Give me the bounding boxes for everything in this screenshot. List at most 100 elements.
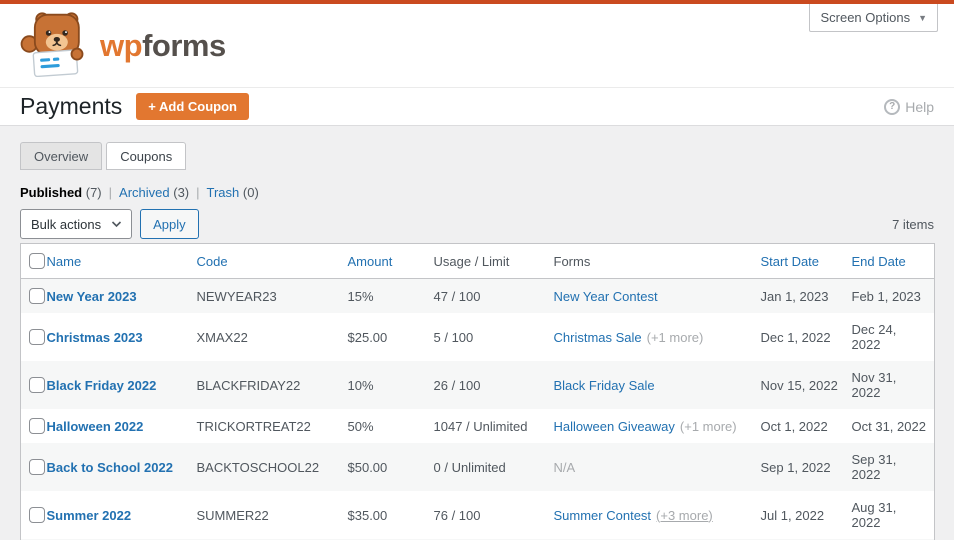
coupon-name-link[interactable]: Christmas 2023 [47,330,143,345]
coupon-name-link[interactable]: Summer 2022 [47,508,132,523]
filter-separator: | [196,185,200,200]
form-link[interactable]: Halloween Giveaway [554,419,675,434]
coupon-end-date-cell: Aug 31, 2022 [851,500,897,530]
checkbox-cell [20,243,47,279]
coupon-code-cell: BLACKFRIDAY22 [196,377,301,393]
form-extra-count: (+1 more) [679,418,737,434]
coupon-name-cell: Summer 2022 [47,491,197,539]
help-icon: ? [884,98,901,115]
checkbox-cell [21,361,47,409]
column-header-forms: Forms [553,243,761,279]
coupon-forms-cell: Black Friday Sale [554,361,761,409]
row-checkbox[interactable] [29,288,45,304]
row-checkbox[interactable] [29,377,45,393]
row-checkbox[interactable] [29,418,45,434]
form-extra-count[interactable]: (+3 more) [656,508,713,523]
page-title-bar: Payments + Add Coupon ? Help [0,88,954,126]
coupon-code-cell: XMAX22 [196,329,248,345]
coupon-start-date-cell: Jan 1, 2023 [760,288,829,304]
row-checkbox[interactable] [29,507,45,523]
coupon-usage-cell: 5 / 100 [433,329,474,345]
sort-link-code[interactable]: Code [197,254,228,269]
column-header-end: End Date [851,243,935,279]
coupon-start-date-cell: Dec 1, 2022 [760,329,831,345]
form-link[interactable]: Christmas Sale [554,330,642,345]
coupon-start-date-cell: Sep 1, 2022 [760,459,831,475]
filter-trash[interactable]: Trash (0) [207,185,259,200]
bulk-actions-select-top[interactable]: Bulk actions [20,209,133,239]
filter-published[interactable]: Published (7) [20,185,102,200]
help-label: Help [905,98,934,115]
chevron-down-icon [112,221,122,228]
coupon-amount-cell: $25.00 [347,329,388,345]
tab-overview[interactable]: Overview [20,142,103,170]
coupon-forms-cell: New Year Contest [554,279,761,314]
coupon-end-date-cell: Sep 31, 2022 [851,452,897,482]
coupon-amount-cell: 10% [347,377,374,393]
coupon-name-link[interactable]: New Year 2023 [47,289,137,304]
coupon-amount-cell: $50.00 [347,459,388,475]
row-checkbox[interactable] [29,329,45,345]
sort-link-amount[interactable]: Amount [348,254,393,269]
coupon-usage-cell: 47 / 100 [433,288,481,304]
coupon-end-date-cell: Dec 24, 2022 [851,322,897,352]
coupon-name-cell: New Year 2023 [47,279,197,314]
table-row: New Year 2023 NEWYEAR23 15% 47 / 100 New Yea… [20,278,935,314]
screen-options-button[interactable]: Screen Options ▼ [809,4,938,32]
table-row: Halloween 2022 TRICKORTREAT22 50% 1047 / Un… [21,409,935,443]
coupon-forms-cell: Halloween Giveaway (+1 more) [554,409,761,443]
coupon-usage-cell: 26 / 100 [433,377,481,393]
checkbox-cell [21,409,47,443]
coupon-usage-cell: 76 / 100 [433,507,481,523]
wordmark-forms: forms [142,28,226,63]
coupon-end-date-cell: Oct 31, 2022 [851,418,926,434]
logo-header: wpforms Screen Options ▼ [0,4,954,88]
checkbox-cell [21,279,47,314]
coupon-forms-cell: N/A [554,443,761,491]
coupon-amount-cell: 15% [347,288,374,304]
status-filters: Published (7) | Archived (3) | Trash (0) [20,185,934,200]
wordmark-wp: wp [100,28,143,63]
form-na: N/A [553,459,576,475]
coupon-code-cell: NEWYEAR23 [196,288,277,304]
column-header-name: Name [46,243,197,279]
column-header-amount: Amount [347,243,434,279]
coupon-name-cell: Back to School 2022 [47,443,197,491]
coupon-code-cell: BACKTOSCHOOL22 [196,459,320,475]
coupon-start-date-cell: Nov 15, 2022 [760,377,838,393]
tab-coupons[interactable]: Coupons [106,142,187,170]
coupon-usage-cell: 1047 / Unlimited [433,418,528,434]
checkbox-cell [21,443,47,491]
form-extra-count: (+1 more) [646,329,704,345]
sort-link-end[interactable]: End Date [852,254,906,269]
filter-archived[interactable]: Archived (3) [119,185,189,200]
coupons-table: Name Code Amount Usage / Limit Forms Start Da… [20,243,935,540]
checkbox-cell [21,313,47,361]
table-header-row: Name Code Amount Usage / Limit Forms Start Da… [20,243,935,279]
coupon-amount-cell: $35.00 [347,507,388,523]
form-link[interactable]: Black Friday Sale [554,378,655,393]
select-all-checkbox-top[interactable] [29,253,45,269]
coupon-code-cell: TRICKORTREAT22 [196,418,311,434]
form-link[interactable]: New Year Contest [554,289,658,304]
apply-button-top[interactable]: Apply [140,209,199,239]
coupons-table-body: New Year 2023 NEWYEAR23 15% 47 / 100 New Yea… [20,278,935,540]
tabs: Overview Coupons [20,142,934,170]
wpforms-logo: wpforms [20,11,226,80]
sort-link-name[interactable]: Name [47,254,82,269]
form-link[interactable]: Summer Contest [554,508,652,523]
help-link[interactable]: ? Help [884,98,934,115]
sort-link-start[interactable]: Start Date [761,254,820,269]
coupon-end-date-cell: Nov 31, 2022 [851,370,897,400]
table-row: Black Friday 2022 BLACKFRIDAY22 10% 26 / 10… [20,361,935,409]
coupon-amount-cell: 50% [347,418,374,434]
column-header-start: Start Date [760,243,852,279]
row-checkbox[interactable] [29,459,45,475]
wpforms-wordmark: wpforms [100,30,226,61]
coupon-forms-cell: Christmas Sale (+1 more) [554,313,761,361]
coupon-name-link[interactable]: Black Friday 2022 [47,378,157,393]
add-coupon-button[interactable]: + Add Coupon [136,93,249,120]
coupon-name-link[interactable]: Back to School 2022 [47,460,173,475]
table-row: Summer 2022 SUMMER22 $35.00 76 / 100 Summer … [21,491,935,539]
coupon-name-link[interactable]: Halloween 2022 [47,419,144,434]
